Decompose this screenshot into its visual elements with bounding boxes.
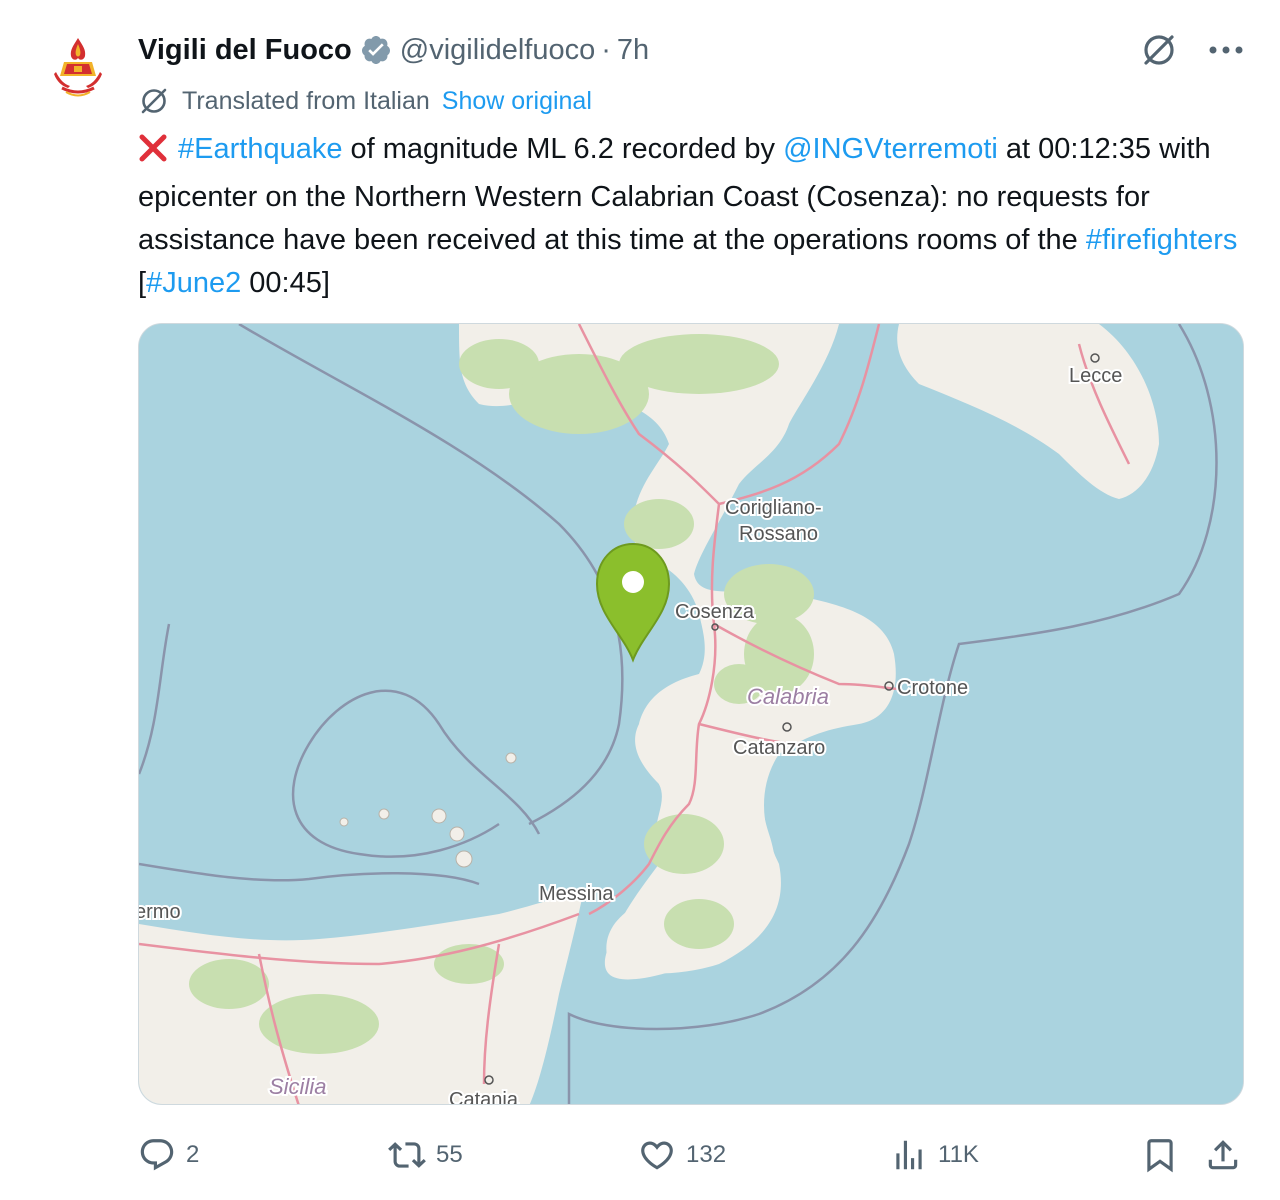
bookmark-button[interactable] <box>1141 1130 1189 1180</box>
vigili-del-fuoco-logo <box>40 32 116 108</box>
repost-button[interactable]: 55 <box>388 1130 463 1180</box>
map-label-sicilia: Sicilia <box>269 1074 326 1099</box>
tweet-top-actions <box>1140 30 1244 70</box>
map-label-corigliano-2: Rossano <box>739 523 818 545</box>
body-text-3: [ <box>138 267 147 299</box>
display-name[interactable]: Vigili del Fuoco <box>138 34 352 67</box>
more-options-icon[interactable] <box>1208 45 1244 55</box>
separator-dot: · <box>601 33 611 66</box>
map-label-corigliano-1: Corigliano- <box>725 497 822 519</box>
map-label-lecce: Lecce <box>1069 365 1122 387</box>
verified-badge-icon <box>361 36 390 64</box>
map-label-messina: Messina <box>539 883 614 905</box>
translation-note: Translated from Italian Show original <box>138 84 592 118</box>
map-label-palermo: ermo <box>139 901 181 923</box>
share-button[interactable] <box>1204 1130 1252 1180</box>
tweet-body: #Earthquake of magnitude ML 6.2 recorded… <box>138 128 1248 305</box>
show-original-link[interactable]: Show original <box>442 87 592 116</box>
map-label-catanzaro: Catanzaro <box>733 737 825 759</box>
like-count: 132 <box>686 1141 727 1168</box>
repost-icon <box>388 1142 426 1168</box>
translation-label: Translated from Italian <box>182 86 430 115</box>
reply-icon <box>140 1139 174 1171</box>
heart-icon <box>641 1141 673 1170</box>
repost-count: 55 <box>436 1141 463 1168</box>
mention-ingvterremoti[interactable]: @INGVterremoti <box>783 133 998 165</box>
user-handle[interactable]: @vigilidelfuoco <box>400 34 595 67</box>
tweet-action-bar: 2 55 132 11K <box>138 1130 1248 1180</box>
views-button[interactable]: 11K <box>890 1130 979 1180</box>
grok-icon[interactable] <box>1140 31 1178 69</box>
map-label-crotone: Crotone <box>897 677 968 699</box>
like-button[interactable]: 132 <box>638 1130 726 1180</box>
tweet-header: Vigili del Fuoco @vigilidelfuoco · 7h <box>138 30 649 70</box>
reply-button[interactable]: 2 <box>138 1130 199 1180</box>
map-svg: Lecce Corigliano- Rossano Cosenza Calabr… <box>139 324 1243 1105</box>
map-label-calabria: Calabria <box>747 684 829 709</box>
views-icon <box>896 1140 922 1170</box>
hashtag-firefighters[interactable]: #firefighters <box>1086 224 1238 256</box>
bookmark-icon <box>1147 1139 1173 1173</box>
avatar[interactable] <box>40 32 116 108</box>
views-count: 11K <box>938 1141 979 1168</box>
hashtag-earthquake[interactable]: #Earthquake <box>178 133 342 165</box>
reply-count: 2 <box>186 1141 200 1168</box>
timestamp[interactable]: 7h <box>617 34 649 67</box>
map-label-catania: Catania <box>449 1089 519 1105</box>
cross-mark-icon <box>138 133 168 176</box>
hashtag-june2[interactable]: #June2 <box>146 267 241 299</box>
body-text-1: of magnitude ML 6.2 recorded by <box>342 133 784 165</box>
share-icon <box>1208 1140 1238 1170</box>
grok-translate-icon <box>141 88 167 114</box>
map-image[interactable]: Lecce Corigliano- Rossano Cosenza Calabr… <box>138 323 1244 1105</box>
map-label-cosenza: Cosenza <box>675 601 755 623</box>
body-text-4: 00:45] <box>241 267 330 299</box>
